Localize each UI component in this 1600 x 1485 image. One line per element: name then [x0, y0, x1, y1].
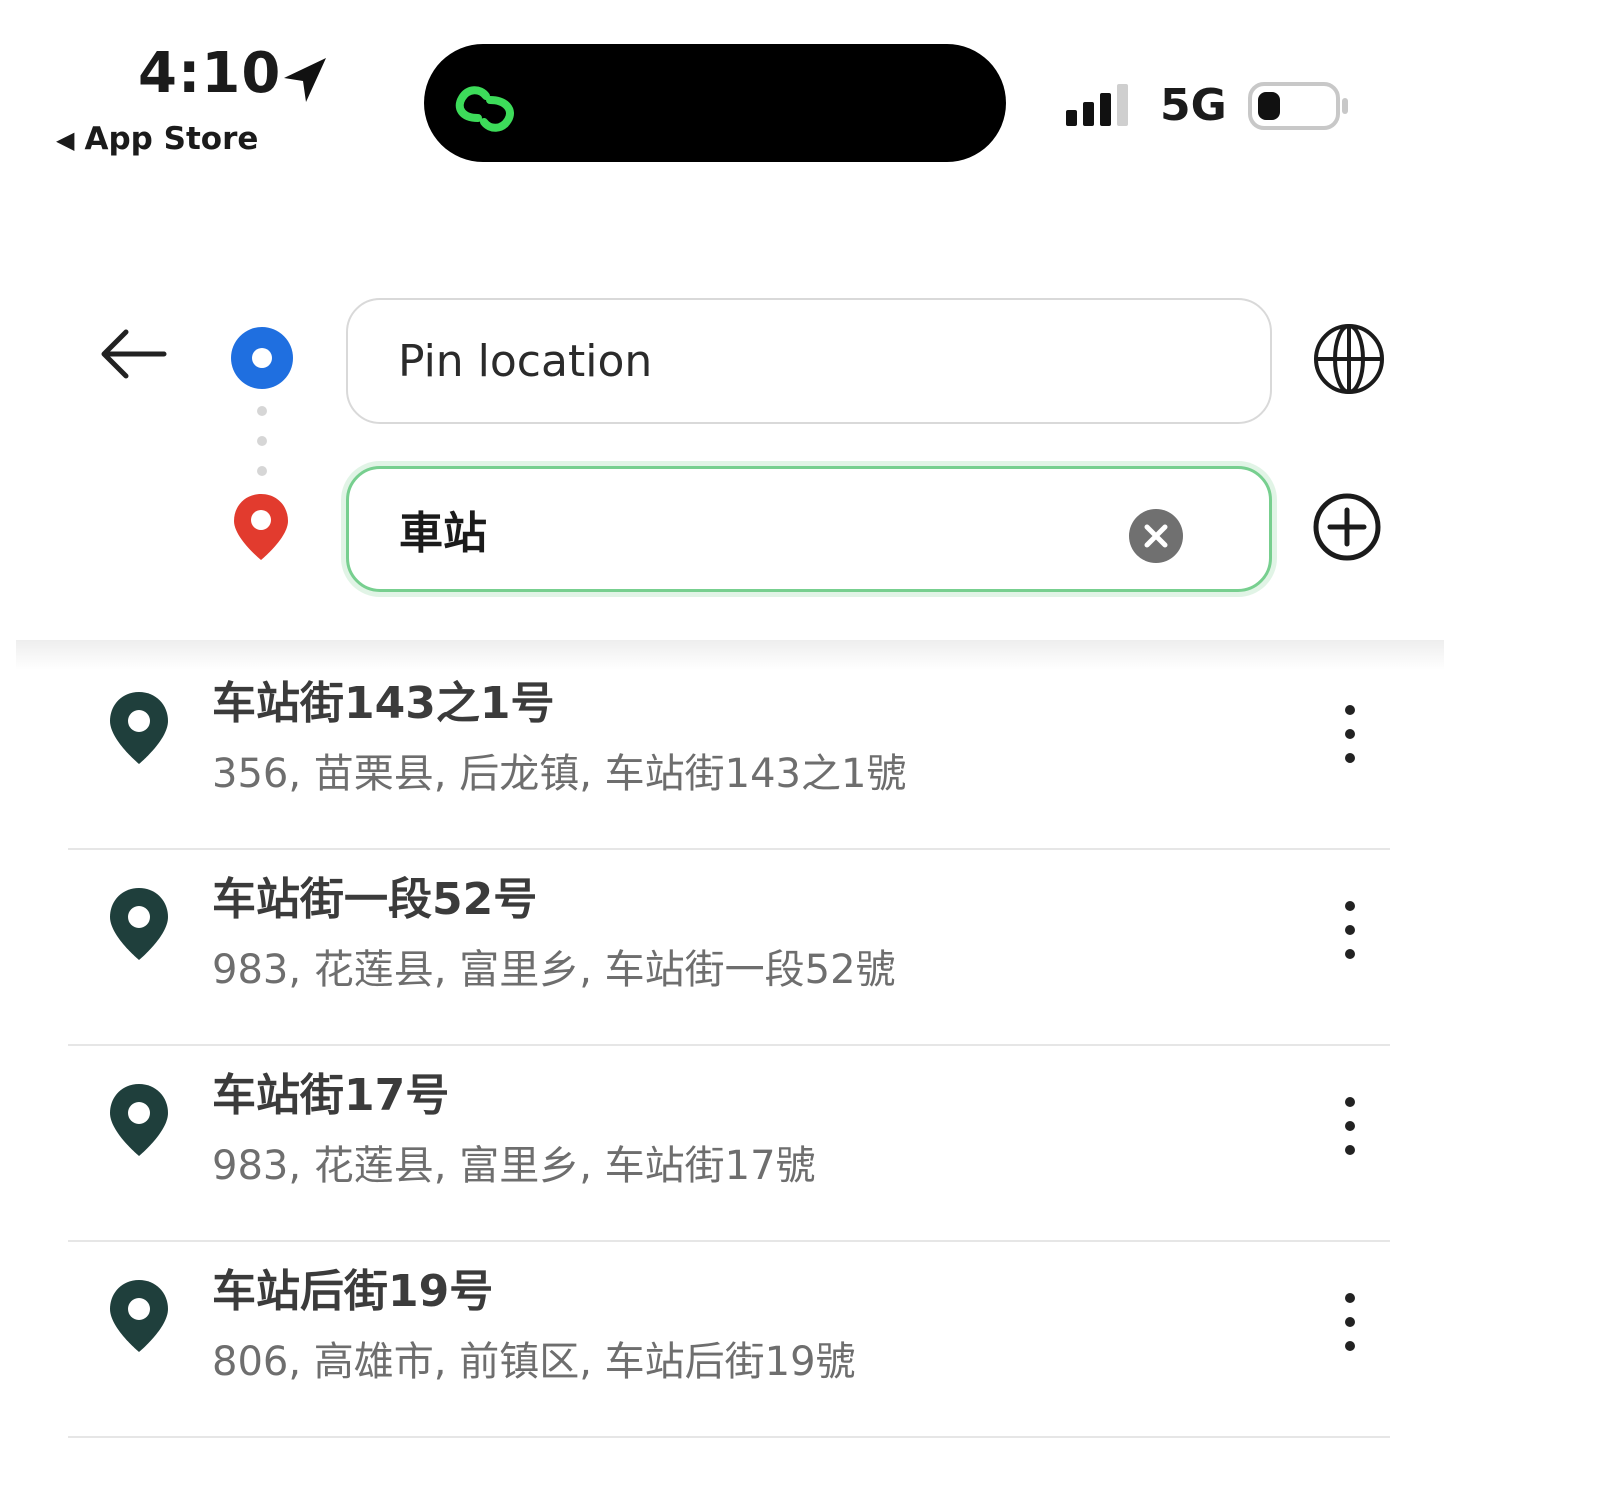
more-options-icon[interactable]: [1332, 1288, 1368, 1356]
list-item[interactable]: 车站街143之1号 356, 苗栗县, 后龙镇, 车站街143之1號: [0, 652, 1600, 850]
origin-input-placeholder: Pin location: [398, 335, 653, 387]
more-options-icon[interactable]: [1332, 700, 1368, 768]
destination-input-value: 車站: [399, 508, 487, 559]
add-stop-icon[interactable]: [1312, 492, 1382, 562]
result-title: 车站街一段52号: [212, 874, 538, 925]
list-item[interactable]: 车站街一段52号 983, 花莲县, 富里乡, 车站街一段52號: [0, 848, 1600, 1046]
status-time: 4:10: [138, 41, 282, 106]
more-options-icon[interactable]: [1332, 1092, 1368, 1160]
result-address: 806, 高雄市, 前镇区, 车站后街19號: [212, 1339, 856, 1385]
result-address: 983, 花莲县, 富里乡, 车站街17號: [212, 1143, 816, 1189]
location-pin-icon: [110, 1084, 168, 1156]
location-pin-icon: [110, 692, 168, 764]
result-title: 车站后街19号: [212, 1266, 494, 1317]
result-title: 车站街143之1号: [212, 678, 555, 729]
back-app-label: App Store: [84, 121, 259, 157]
battery-icon: [1248, 82, 1348, 130]
result-address: 983, 花莲县, 富里乡, 车站街一段52號: [212, 947, 896, 993]
route-connector-dot: [257, 406, 267, 416]
origin-marker-icon: [231, 327, 293, 389]
destination-pin-icon: [234, 494, 288, 560]
back-triangle-icon: ◀: [56, 125, 75, 154]
network-type: 5G: [1160, 80, 1227, 131]
clear-input-icon[interactable]: [1128, 508, 1184, 564]
list-item[interactable]: 车站后街19号 806, 高雄市, 前镇区, 车站后街19號: [0, 1240, 1600, 1438]
list-divider: [68, 1436, 1390, 1438]
route-connector-dot: [257, 466, 267, 476]
more-options-icon[interactable]: [1332, 896, 1368, 964]
back-arrow-icon[interactable]: [96, 326, 168, 382]
origin-input[interactable]: Pin location: [346, 298, 1272, 424]
location-arrow-icon: [284, 58, 326, 102]
link-icon: [455, 86, 514, 132]
result-title: 车站街17号: [212, 1070, 450, 1121]
globe-icon[interactable]: [1312, 322, 1386, 396]
cellular-signal-icon: [1066, 84, 1128, 126]
list-item[interactable]: 车站街17号 983, 花莲县, 富里乡, 车站街17號: [0, 1044, 1600, 1242]
location-pin-icon: [110, 888, 168, 960]
back-to-app-link[interactable]: ◀ App Store: [56, 124, 258, 155]
route-connector-dot: [257, 436, 267, 446]
location-pin-icon: [110, 1280, 168, 1352]
result-address: 356, 苗栗县, 后龙镇, 车站街143之1號: [212, 751, 907, 797]
